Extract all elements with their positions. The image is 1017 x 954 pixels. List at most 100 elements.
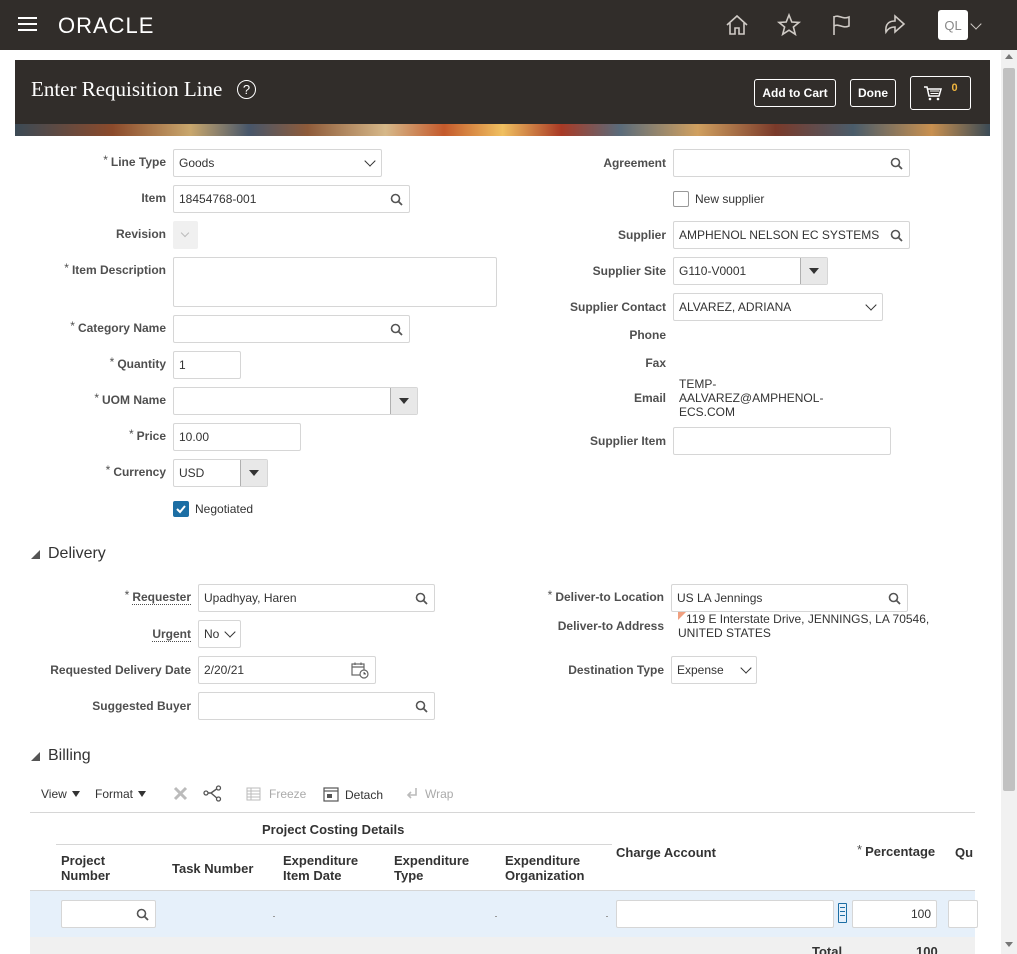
column-charge-account[interactable]: Charge Account	[616, 845, 716, 860]
agreement-input[interactable]	[673, 149, 910, 177]
price-input[interactable]: 10.00	[173, 423, 301, 451]
suggested-buyer-label: Suggested Buyer	[92, 699, 191, 713]
uom-name-combobox[interactable]	[173, 387, 418, 415]
column-expenditure-organization[interactable]: Expenditure Organization	[505, 853, 584, 883]
negotiated-label: Negotiated	[195, 502, 254, 516]
dropdown-arrow-icon[interactable]	[800, 258, 827, 284]
search-icon[interactable]	[890, 157, 903, 170]
search-icon[interactable]	[888, 592, 901, 605]
favorites-icon[interactable]	[776, 12, 802, 38]
global-header: ORACLE QL	[0, 0, 1017, 50]
fax-label: Fax	[645, 356, 666, 370]
search-icon[interactable]	[390, 323, 403, 336]
header-banner-image	[15, 124, 990, 136]
category-name-label: * Category Name	[70, 319, 166, 335]
delete-icon[interactable]	[173, 786, 188, 801]
agreement-label: Agreement	[603, 156, 666, 170]
deliver-to-location-input[interactable]: US LA Jennings	[671, 584, 908, 612]
requester-input[interactable]: Upadhyay, Haren	[198, 584, 435, 612]
home-icon[interactable]	[724, 12, 750, 38]
done-button[interactable]: Done	[850, 79, 896, 107]
cart-count: 0	[951, 82, 958, 94]
new-supplier-label: New supplier	[695, 192, 765, 206]
split-icon[interactable]	[203, 785, 222, 802]
urgent-select[interactable]: No	[198, 620, 241, 648]
column-project-number[interactable]: Project Number	[61, 853, 110, 883]
column-expenditure-type[interactable]: Expenditure Type	[394, 853, 469, 883]
line-type-select[interactable]: Goods	[173, 149, 382, 177]
calendar-icon[interactable]	[351, 662, 369, 679]
chevron-down-icon[interactable]	[970, 18, 982, 30]
search-icon[interactable]	[415, 592, 428, 605]
email-value: TEMP- AALVAREZ@AMPHENOL- ECS.COM	[679, 377, 824, 419]
quantity-input[interactable]	[948, 900, 978, 928]
deliver-to-address-label: Deliver-to Address	[557, 619, 664, 633]
notifications-icon[interactable]	[829, 12, 855, 38]
column-task-number[interactable]: Task Number	[172, 861, 253, 876]
item-description-label: * Item Description	[64, 261, 166, 277]
wrap-button[interactable]: Wrap	[405, 787, 453, 801]
revision-label: Revision	[115, 227, 166, 241]
quantity-input[interactable]: 1	[173, 351, 241, 379]
deliver-to-address-value: 119 E Interstate Drive, JENNINGS, LA 705…	[678, 612, 930, 640]
oracle-logo[interactable]: ORACLE	[58, 13, 154, 39]
item-description-textarea[interactable]	[173, 257, 497, 307]
menu-icon[interactable]	[18, 16, 38, 34]
cart-icon	[924, 86, 943, 101]
search-icon[interactable]	[415, 700, 428, 713]
destination-type-select[interactable]: Expense	[671, 656, 757, 684]
column-percentage[interactable]: * Percentage	[857, 842, 935, 859]
checkmark-icon	[176, 505, 186, 514]
search-icon[interactable]	[390, 193, 403, 206]
wrap-icon	[406, 788, 417, 799]
search-icon[interactable]	[890, 229, 903, 242]
new-supplier-checkbox[interactable]	[673, 191, 689, 207]
supplier-item-label: Supplier Item	[589, 434, 666, 448]
supplier-contact-select[interactable]: ALVAREZ, ADRIANA	[673, 293, 883, 321]
supplier-label: Supplier	[617, 228, 666, 242]
supplier-site-combobox[interactable]: G110-V0001	[673, 257, 828, 285]
project-number-input[interactable]	[61, 900, 156, 928]
delivery-section-header[interactable]: Delivery	[31, 545, 106, 563]
uom-name-label: * UOM Name	[94, 391, 166, 407]
scroll-down-icon[interactable]	[1005, 942, 1013, 947]
account-picker-icon[interactable]	[838, 903, 847, 923]
email-label: Email	[633, 391, 666, 405]
view-menu[interactable]: View	[41, 787, 80, 801]
negotiated-checkbox[interactable]	[173, 501, 189, 517]
cart-button[interactable]: 0	[910, 76, 971, 110]
project-costing-group-header: Project Costing Details	[262, 822, 405, 837]
caret-down-icon	[138, 791, 147, 797]
scroll-up-icon[interactable]	[1005, 54, 1013, 59]
column-expenditure-item-date[interactable]: Expenditure Item Date	[283, 853, 358, 883]
supplier-contact-label: Supplier Contact	[569, 300, 666, 314]
dropdown-arrow-icon[interactable]	[240, 460, 267, 486]
suggested-buyer-input[interactable]	[198, 692, 435, 720]
dropdown-arrow-icon[interactable]	[390, 388, 417, 414]
total-label: Total	[812, 944, 843, 954]
detach-button[interactable]: Detach	[323, 787, 383, 802]
supplier-item-input[interactable]	[673, 427, 891, 455]
chevron-down-icon	[740, 662, 752, 674]
requested-delivery-date-input[interactable]: 2/20/21	[198, 656, 376, 684]
total-value: 100	[916, 944, 938, 954]
billing-section-header[interactable]: Billing	[31, 747, 91, 765]
requested-delivery-date-label: Requested Delivery Date	[50, 663, 191, 677]
billing-table	[30, 812, 975, 954]
column-quantity[interactable]: Qu	[955, 845, 975, 860]
add-to-cart-button[interactable]: Add to Cart	[754, 79, 836, 107]
item-input[interactable]: 18454768-001	[173, 185, 410, 213]
percentage-input[interactable]: 100	[852, 900, 937, 928]
freeze-button[interactable]: Freeze	[246, 787, 306, 801]
category-name-input[interactable]	[173, 315, 410, 343]
charge-account-input[interactable]	[616, 900, 834, 928]
currency-combobox[interactable]: USD	[173, 459, 268, 487]
scrollbar-thumb[interactable]	[1003, 68, 1015, 791]
format-menu[interactable]: Format	[95, 787, 147, 801]
navigator-icon[interactable]	[881, 12, 907, 38]
help-icon[interactable]: ?	[237, 80, 256, 99]
user-avatar[interactable]: QL	[938, 10, 968, 40]
search-icon[interactable]	[136, 908, 149, 921]
supplier-input[interactable]: AMPHENOL NELSON EC SYSTEMS	[673, 221, 910, 249]
quantity-label: * Quantity	[109, 355, 166, 371]
